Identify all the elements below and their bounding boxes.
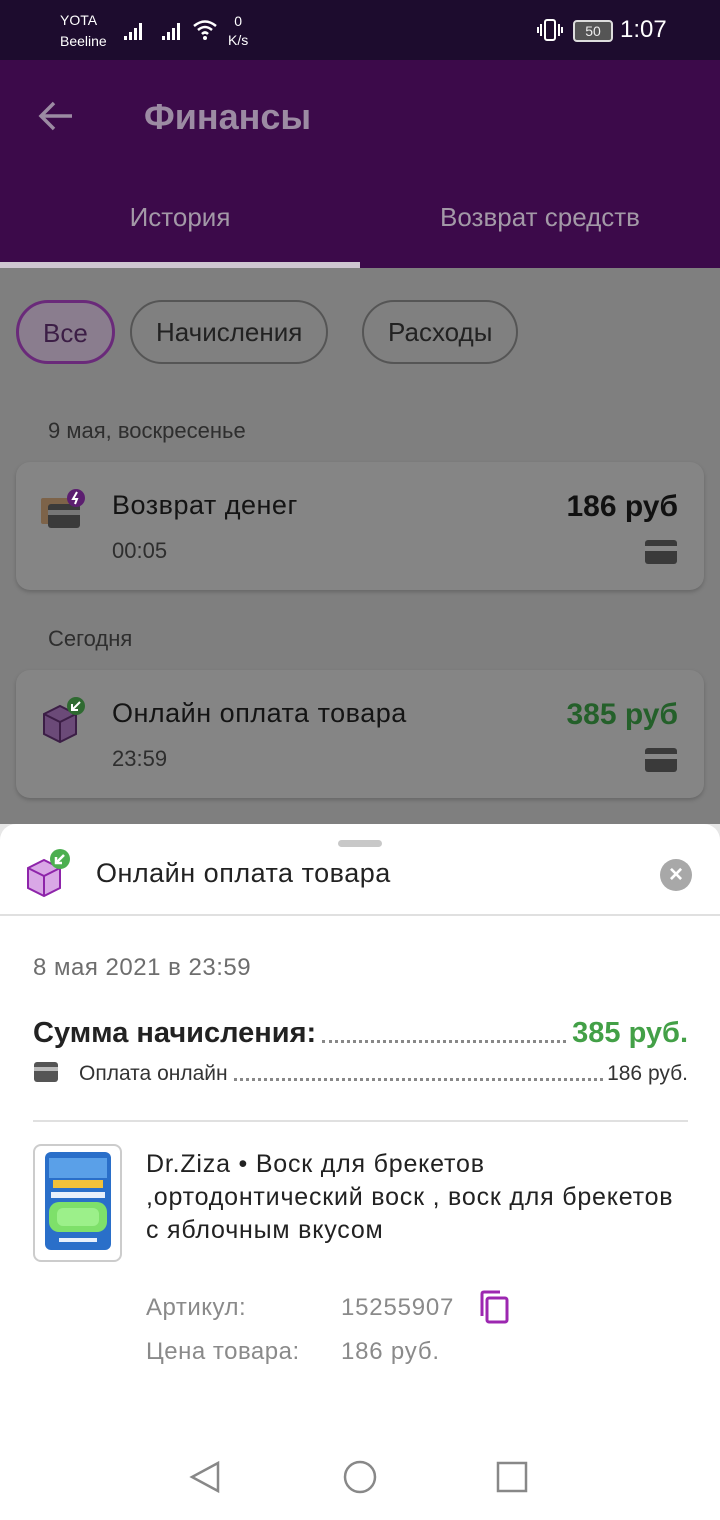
price-value: 186 руб.	[341, 1338, 440, 1365]
card-payment-icon	[645, 748, 677, 772]
sheet-drag-handle[interactable]	[338, 840, 382, 847]
card-amount: 385 руб	[566, 698, 678, 731]
history-content: Все Начисления Расходы 9 мая, воскресень…	[0, 268, 720, 824]
package-icon	[27, 849, 70, 898]
card-time: 23:59	[112, 746, 168, 771]
speed-unit: K/s	[228, 32, 249, 48]
dotted-leader	[322, 1040, 567, 1043]
back-arrow-icon[interactable]	[36, 96, 76, 136]
payment-label: Оплата онлайн	[79, 1062, 228, 1085]
page-title: Финансы	[144, 96, 312, 137]
tab-history[interactable]: История	[0, 202, 360, 233]
carrier-name-1: YOTA	[60, 12, 98, 28]
card-time: 00:05	[112, 538, 168, 563]
price-label: Цена товара:	[146, 1338, 300, 1365]
product-name[interactable]: Dr.Ziza • Воск для брекетов ,ортодонтиче…	[146, 1148, 686, 1247]
refund-icon	[41, 489, 85, 528]
history-card[interactable]: Возврат денег 00:05 186 руб	[16, 462, 704, 590]
payment-row: Оплата онлайн 186 руб.	[33, 1058, 688, 1086]
signal-icon	[162, 23, 180, 40]
speed-value: 0	[234, 13, 243, 29]
card-title: Возврат денег	[112, 490, 298, 520]
card-payment-icon	[34, 1062, 58, 1082]
tab-refunds[interactable]: Возврат средств	[360, 202, 720, 233]
sum-row: Сумма начисления: 385 руб.	[33, 1014, 688, 1050]
nav-back-icon[interactable]	[188, 1460, 222, 1494]
copy-icon[interactable]	[478, 1290, 510, 1324]
transaction-date: 8 мая 2021 в 23:59	[33, 954, 252, 981]
filter-chip-expenses[interactable]: Расходы	[362, 300, 519, 364]
divider	[33, 1120, 688, 1122]
sheet-title: Онлайн оплата товара	[96, 858, 391, 888]
date-header: Сегодня	[48, 626, 133, 651]
status-bar: YOTA Beeline 0 K/s 50 1:07	[0, 0, 720, 60]
product-image[interactable]	[33, 1144, 122, 1262]
sum-label: Сумма начисления:	[33, 1017, 317, 1049]
signal-icon	[124, 23, 142, 40]
card-payment-icon	[645, 540, 677, 564]
navigation-bar	[0, 1432, 720, 1520]
article-value: 15255907	[341, 1294, 455, 1321]
vibrate-icon	[537, 19, 563, 41]
filter-chip-all[interactable]: Все	[16, 300, 115, 364]
card-amount: 186 руб	[566, 490, 678, 523]
carrier-info: YOTA Beeline	[60, 10, 107, 52]
details-bottom-sheet: Онлайн оплата товара × 8 мая 2021 в 23:5…	[0, 824, 720, 1432]
package-icon	[43, 697, 85, 744]
history-card[interactable]: Онлайн оплата товара 23:59 385 руб	[16, 670, 704, 798]
wifi-icon	[193, 20, 217, 40]
carrier-name-2: Beeline	[60, 33, 107, 49]
sum-value: 385 руб.	[572, 1017, 688, 1049]
divider	[0, 914, 720, 916]
close-icon[interactable]: ×	[660, 859, 692, 891]
nav-recents-icon[interactable]	[495, 1460, 529, 1494]
card-title: Онлайн оплата товара	[112, 698, 407, 728]
network-speed: 0 K/s	[228, 12, 248, 50]
nav-home-icon[interactable]	[343, 1460, 377, 1494]
product-photo	[45, 1152, 111, 1250]
filter-chip-income[interactable]: Начисления	[130, 300, 329, 364]
payment-value: 186 руб.	[607, 1062, 688, 1085]
article-label: Артикул:	[146, 1294, 247, 1321]
battery-icon: 50	[573, 20, 613, 42]
date-header: 9 мая, воскресенье	[48, 418, 246, 443]
app-bar: Финансы История Возврат средств	[0, 60, 720, 268]
status-time: 1:07	[620, 16, 667, 43]
dotted-leader	[233, 1078, 604, 1081]
